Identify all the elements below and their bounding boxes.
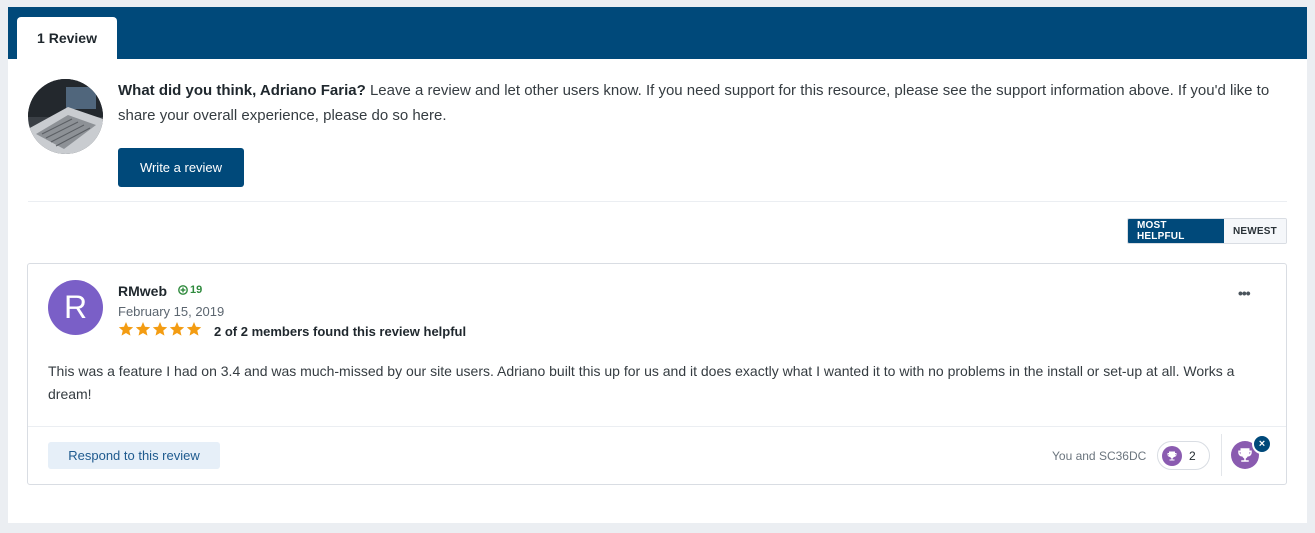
star-rating [118,321,202,337]
reaction-users[interactable]: You and SC36DC [1052,449,1146,463]
laptop-photo-icon [28,79,103,154]
helpful-count: 2 of 2 members found this review helpful [214,324,467,339]
more-options-icon[interactable]: ••• [1238,285,1251,301]
review-card: R RMweb 19 February 15, 2019 2 of 2 memb… [27,263,1287,485]
reputation-badge: 19 [178,284,202,296]
tab-bar: 1 Review [8,7,1307,59]
review-prompt: What did you think, Adriano Faria? Leave… [118,78,1288,128]
star-icon [186,322,202,336]
review-body: This was a feature I had on 3.4 and was … [48,363,1235,402]
star-icon [169,322,185,336]
trophy-icon [1162,445,1182,466]
footer-divider [28,426,1286,427]
sort-toggle: MOST HELPFUL NEWEST [1127,218,1287,244]
reviews-panel: 1 Review What did you think, Adriano Far… [8,7,1307,523]
star-icon [152,322,168,336]
user-avatar[interactable] [28,79,103,154]
star-icon [135,322,151,336]
sort-most-helpful[interactable]: MOST HELPFUL [1128,219,1224,243]
divider [28,201,1287,202]
review-date: February 15, 2019 [118,304,225,319]
author-avatar[interactable]: R [48,280,103,335]
respond-button[interactable]: Respond to this review [48,442,220,469]
tab-reviews[interactable]: 1 Review [17,17,117,59]
prompt-question: What did you think, Adriano Faria? [118,82,366,99]
reaction-summary[interactable]: 2 [1157,441,1210,470]
plus-circle-icon [178,285,188,295]
write-review-button[interactable]: Write a review [118,148,244,187]
reaction-count: 2 [1189,448,1196,463]
reputation-count: 19 [190,284,203,296]
sort-newest[interactable]: NEWEST [1224,219,1286,243]
author-name[interactable]: RMweb [118,283,167,299]
reaction-separator [1221,434,1222,476]
remove-reaction-close-icon[interactable]: × [1252,434,1272,454]
star-icon [118,322,134,336]
